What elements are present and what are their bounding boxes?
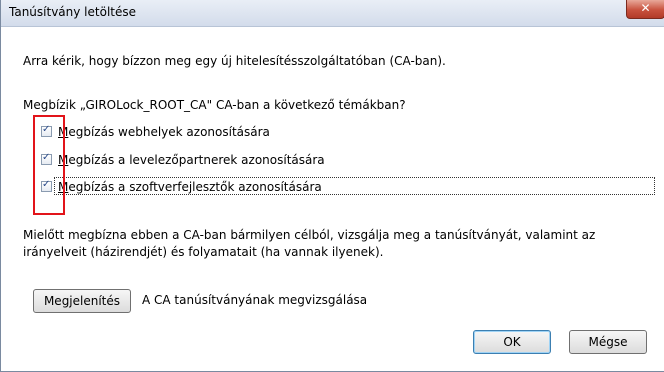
ok-button[interactable]: OK xyxy=(473,330,551,354)
view-certificate-button[interactable]: Megjelenítés xyxy=(33,289,131,313)
cancel-button[interactable]: Mégse xyxy=(569,330,647,354)
question-text: Megbízik „GIROLock_ROOT_CA" CA-ban a köv… xyxy=(23,98,406,112)
close-icon: ✕ xyxy=(640,1,651,15)
intro-text: Arra kérik, hogy bízzon meg egy új hitel… xyxy=(23,54,446,68)
warning-line-2: irányelveit (házirendjét) és folyamatait… xyxy=(23,245,384,259)
highlight-box xyxy=(33,115,65,215)
checkbox-software-label[interactable]: Megbízás a szoftverfejlesztők azonosítás… xyxy=(58,180,322,194)
certificate-download-dialog: Tanúsítvány letöltése ✕ Arra kérik, hogy… xyxy=(0,0,664,372)
close-button[interactable]: ✕ xyxy=(626,0,664,19)
checkbox-websites-label[interactable]: Megbízás webhelyek azonosítására xyxy=(58,125,270,139)
warning-line-1: Mielőtt megbízna ebben a CA-ban bármilye… xyxy=(23,228,596,242)
checkbox-email-label[interactable]: Megbízás a levelezőpartnerek azonosításá… xyxy=(58,153,325,167)
window-title: Tanúsítvány letöltése xyxy=(9,5,136,19)
title-bar[interactable]: Tanúsítvány letöltése ✕ xyxy=(1,0,664,27)
view-description: A CA tanúsítványának megvizsgálása xyxy=(142,293,368,307)
